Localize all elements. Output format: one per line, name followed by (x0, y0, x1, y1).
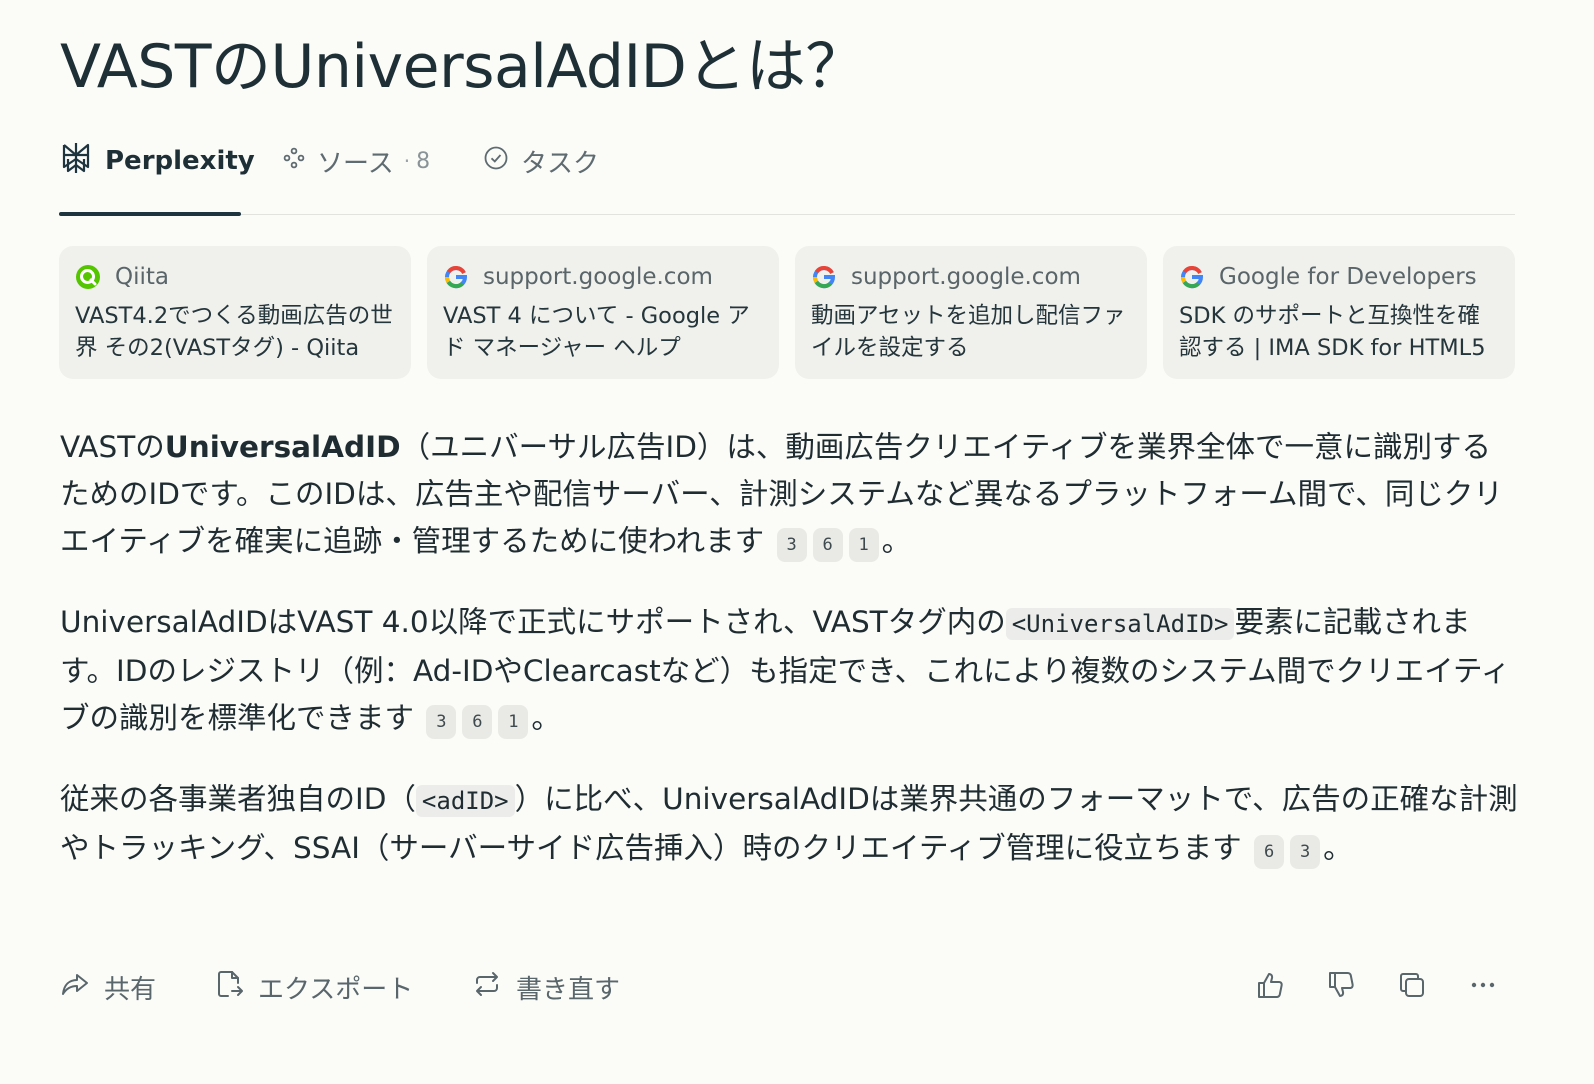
tab-sources[interactable]: ソース · 8 (283, 136, 430, 214)
share-button[interactable]: 共有 (60, 962, 156, 1012)
answer-text: 。 (881, 524, 912, 558)
rewrite-label: 書き直す (516, 974, 621, 1005)
citation-badge[interactable]: 6 (1254, 835, 1285, 869)
answer-text: VASTの (60, 430, 165, 464)
share-label: 共有 (104, 974, 157, 1005)
source-card[interactable]: support.google.com VAST 4 について - Google … (427, 246, 779, 379)
thumbs-down-button[interactable] (1324, 970, 1358, 1004)
thumbs-down-icon (1326, 970, 1356, 1004)
share-icon (60, 969, 104, 1006)
answer-text: 従来の各事業者独自のID（ (60, 782, 416, 816)
export-label: エクスポート (258, 974, 414, 1005)
google-icon (1179, 264, 1205, 290)
citation-badge[interactable]: 3 (776, 528, 807, 562)
answer-bold-term: UniversalAdID (164, 430, 401, 464)
tab-sources-label: ソース (317, 148, 394, 179)
citation-badge[interactable]: 3 (426, 705, 457, 739)
tab-perplexity-label: Perplexity (105, 146, 255, 176)
citation-badge[interactable]: 6 (462, 705, 493, 739)
thumbs-up-icon (1255, 970, 1285, 1004)
rewrite-button[interactable]: 書き直す (472, 962, 620, 1012)
google-icon (811, 264, 837, 290)
source-card-title: 動画アセットを追加し配信ファイルを設定する (811, 303, 1126, 361)
source-cards: Qiita VAST4.2でつくる動画広告の世界 その2(VASTタグ) - Q… (59, 246, 1515, 380)
answer-paragraph: UniversalAdIDはVAST 4.0以降で正式にサポートされ、VASTタ… (60, 599, 1520, 742)
source-card[interactable]: support.google.com 動画アセットを追加し配信ファイルを設定する (795, 246, 1147, 379)
citation-badge[interactable]: 3 (1290, 835, 1321, 869)
source-card-title: VAST 4 について - Google アド マネージャー ヘルプ (443, 303, 750, 361)
check-circle-icon (483, 145, 521, 178)
answer-text: 。 (1323, 831, 1353, 865)
tab-perplexity[interactable]: Perplexity (59, 136, 255, 216)
source-card-domain: Google for Developers (1219, 264, 1477, 290)
active-tab-indicator (59, 212, 241, 216)
source-card-title: SDK のサポートと互換性を確認する | IMA SDK for HTML5 (1179, 303, 1486, 361)
thumbs-up-button[interactable] (1253, 970, 1287, 1004)
answer-text: UniversalAdIDはVAST 4.0以降で正式にサポートされ、VASTタ… (60, 605, 1006, 639)
qiita-icon (75, 264, 101, 290)
answer-paragraph: VASTのUniversalAdID（ユニバーサル広告ID）は、動画広告クリエイ… (60, 424, 1520, 565)
answer-text: 。 (531, 701, 561, 735)
source-card[interactable]: Google for Developers SDK のサポートと互換性を確認する… (1163, 246, 1515, 379)
inline-code: <adID> (415, 785, 515, 817)
answer-page: VASTのUniversalAdIDとは？ Perplexity ソース · 8… (0, 0, 1594, 1084)
perplexity-logo-icon (59, 141, 105, 182)
ellipsis-icon (1468, 970, 1498, 1004)
source-card-domain: support.google.com (851, 264, 1081, 290)
google-icon (443, 264, 469, 290)
export-button[interactable]: エクスポート (214, 962, 413, 1012)
source-card-domain: support.google.com (483, 264, 713, 290)
copy-button[interactable] (1395, 970, 1429, 1004)
rewrite-icon (472, 969, 516, 1006)
citation-badge[interactable]: 6 (812, 528, 843, 562)
export-icon (214, 969, 258, 1006)
page-title: VASTのUniversalAdIDとは？ (60, 32, 865, 102)
source-card-title: VAST4.2でつくる動画広告の世界 その2(VASTタグ) - Qiita (75, 303, 393, 361)
answer-body: VASTのUniversalAdID（ユニバーサル広告ID）は、動画広告クリエイ… (60, 424, 1520, 906)
answer-actions: 共有 エクスポート 書き直す (60, 962, 1500, 1012)
inline-code: <UniversalAdID> (1005, 608, 1235, 640)
citation-badge[interactable]: 1 (848, 528, 879, 562)
tab-tasks-label: タスク (521, 148, 600, 179)
tab-bar: Perplexity ソース · 8 タスク (59, 136, 1515, 216)
answer-paragraph: 従来の各事業者独自のID（ <adID> ）に比べ、UniversalAdIDは業界… (60, 776, 1520, 872)
tab-sources-separator: · (403, 149, 411, 173)
tab-tasks[interactable]: タスク (483, 136, 599, 214)
sources-icon (283, 146, 317, 176)
copy-icon (1397, 970, 1427, 1004)
more-options-button[interactable] (1466, 970, 1500, 1004)
tab-sources-count: 8 (416, 148, 431, 174)
source-card-domain: Qiita (115, 264, 169, 290)
citation-badge[interactable]: 1 (498, 705, 529, 739)
source-card[interactable]: Qiita VAST4.2でつくる動画広告の世界 その2(VASTタグ) - Q… (59, 246, 411, 379)
